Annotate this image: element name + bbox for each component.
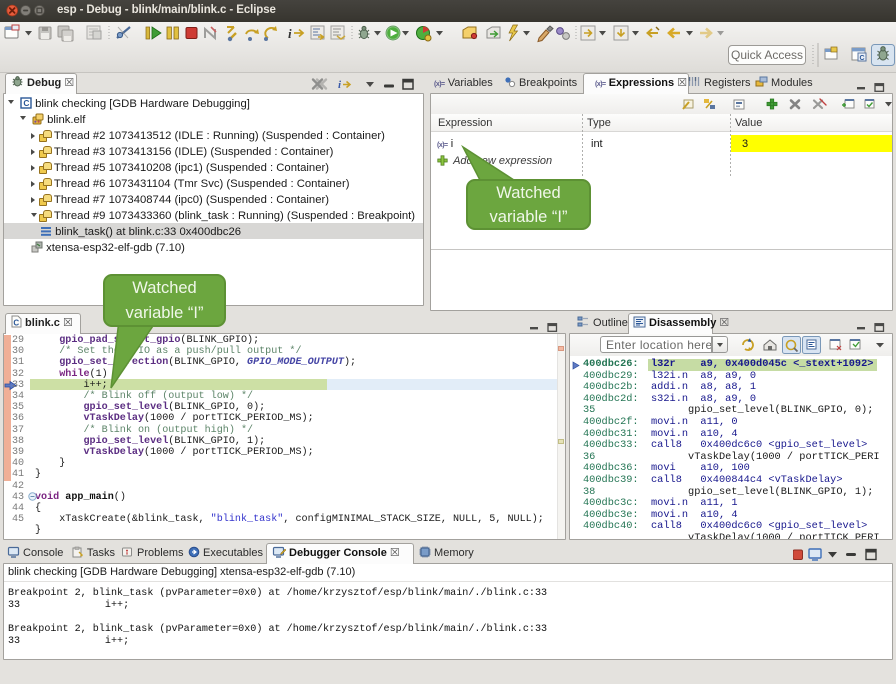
svg-text:i: i xyxy=(338,79,342,91)
svg-text:C: C xyxy=(13,318,19,327)
svg-text:C: C xyxy=(23,98,29,108)
svg-text:i: i xyxy=(288,26,292,41)
svg-text:C: C xyxy=(860,55,865,62)
